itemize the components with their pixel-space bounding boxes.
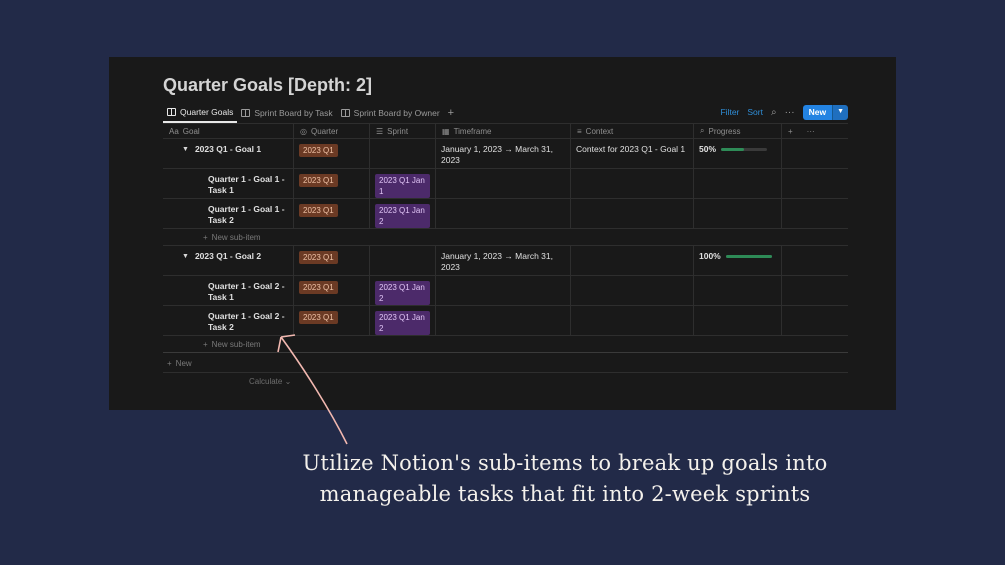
caption-line: Utilize Notion's sub-items to break up g… xyxy=(302,451,828,475)
caption-line: manageable tasks that fit into 2-week sp… xyxy=(319,482,811,506)
arrow-shaft xyxy=(280,336,348,445)
caption: Utilize Notion's sub-items to break up g… xyxy=(260,448,870,510)
